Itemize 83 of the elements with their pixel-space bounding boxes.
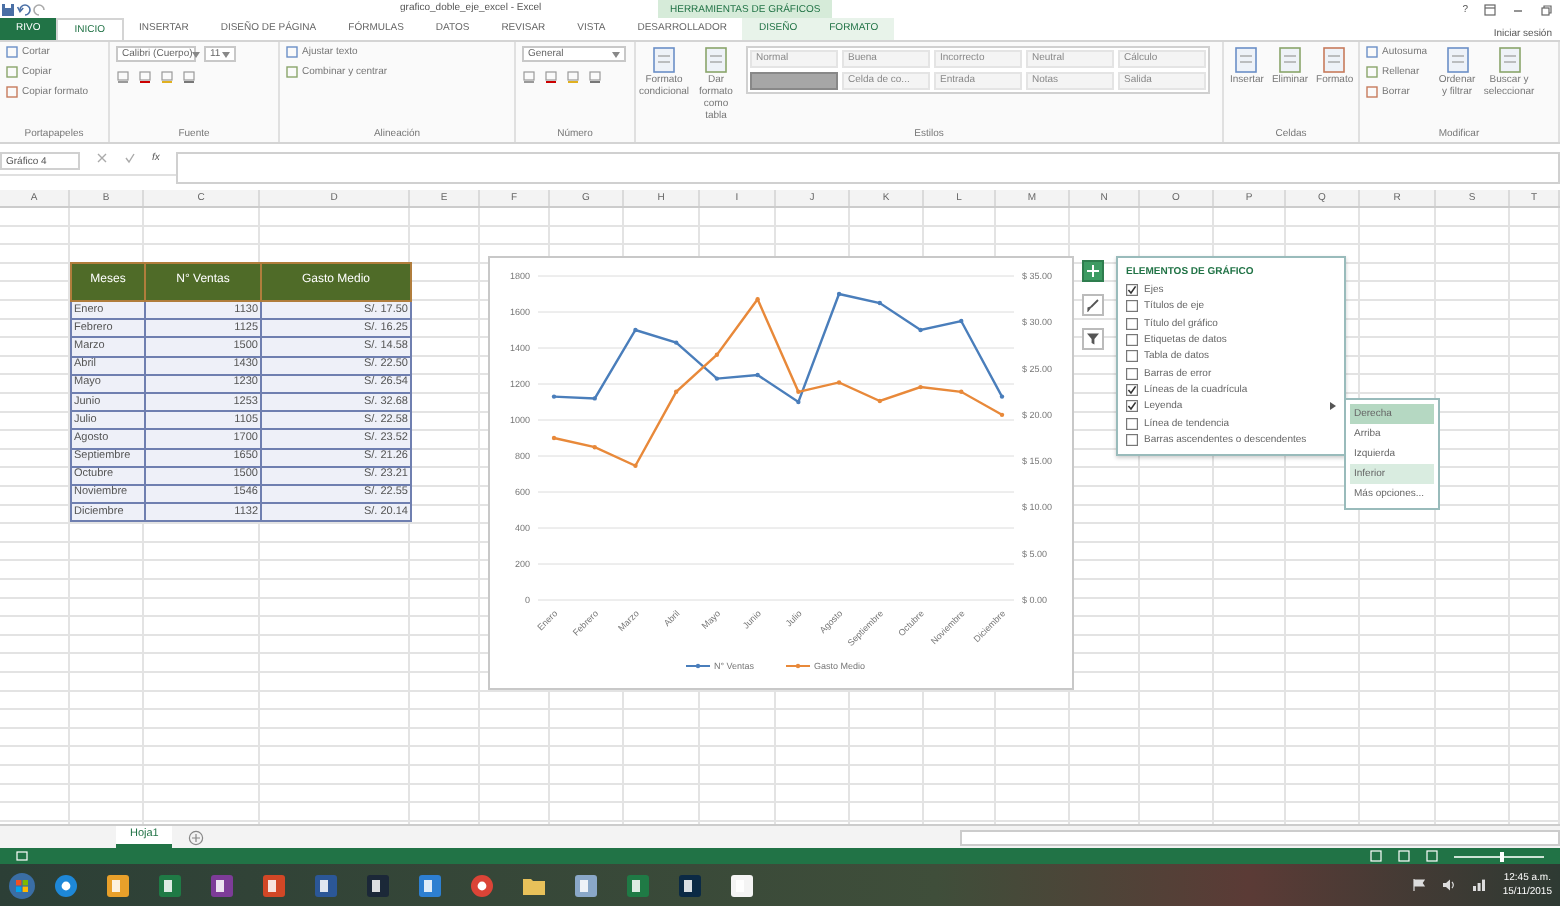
app-icon[interactable]	[314, 873, 338, 897]
legend-line-icon	[685, 663, 711, 669]
brush-icon	[1086, 298, 1100, 312]
format-icon[interactable]	[522, 70, 536, 84]
chart-filter-button[interactable]	[1082, 328, 1104, 350]
ribbon-command-icon	[652, 46, 676, 74]
data-marker	[633, 463, 638, 468]
app-icon[interactable]	[730, 873, 754, 897]
checkbox[interactable]	[1126, 400, 1138, 413]
chart-elements-button[interactable]	[1082, 260, 1104, 282]
format-icon[interactable]	[588, 70, 602, 84]
data-marker	[796, 399, 801, 405]
format-icon[interactable]	[182, 70, 196, 84]
format-icon[interactable]	[544, 70, 558, 84]
data-marker	[999, 394, 1005, 399]
filter-icon	[1086, 332, 1100, 346]
view-icon[interactable]	[1398, 850, 1410, 862]
data-marker	[959, 389, 964, 394]
network-icon[interactable]	[1472, 878, 1487, 892]
data-marker	[877, 300, 882, 306]
data-marker	[714, 352, 720, 357]
plus-icon	[1086, 264, 1100, 278]
ribbon-command-icon	[1322, 46, 1347, 74]
ribbon-command-icon	[704, 46, 728, 74]
speaker-icon[interactable]	[1442, 878, 1457, 892]
view-icon[interactable]	[1426, 850, 1438, 862]
data-marker	[836, 380, 842, 385]
legend-line-icon	[785, 663, 811, 669]
checkbox[interactable]	[1126, 350, 1138, 363]
caret-icon	[192, 51, 201, 57]
caret-icon	[612, 51, 620, 57]
checkbox[interactable]	[1126, 417, 1138, 430]
add-sheet-icon[interactable]	[188, 830, 205, 846]
data-marker	[592, 445, 597, 450]
data-marker	[674, 389, 679, 394]
format-icon[interactable]	[116, 70, 130, 84]
data-marker	[836, 291, 842, 297]
undo-icon[interactable]	[16, 2, 32, 16]
checkbox[interactable]	[1126, 383, 1138, 396]
data-marker	[796, 389, 801, 394]
view-icon[interactable]	[1370, 850, 1382, 862]
data-marker	[755, 372, 760, 378]
start-icon[interactable]	[8, 871, 36, 899]
data-marker	[877, 398, 882, 404]
format-icon[interactable]	[138, 70, 152, 84]
data-marker	[714, 376, 720, 381]
app-icon[interactable]	[210, 873, 234, 897]
restore-icon[interactable]	[1540, 3, 1552, 15]
checkbox[interactable]	[1126, 300, 1138, 313]
data-marker	[551, 435, 557, 441]
checkbox[interactable]	[1126, 317, 1138, 330]
caret-icon	[222, 51, 230, 57]
ribbon-command-icon	[1445, 46, 1470, 74]
data-marker	[999, 412, 1005, 418]
data-marker	[959, 318, 964, 324]
checkbox[interactable]	[1126, 433, 1138, 446]
app-icon[interactable]	[678, 873, 702, 897]
app-icon[interactable]	[626, 873, 650, 897]
checkbox[interactable]	[1126, 284, 1138, 297]
checkbox[interactable]	[1126, 367, 1138, 380]
data-marker	[918, 384, 923, 390]
ribbon-command-icon	[1497, 46, 1522, 74]
horizontal-scrollbar[interactable]	[960, 830, 1560, 846]
app-icon[interactable]	[262, 873, 286, 897]
ribbon-command-icon	[1277, 46, 1302, 74]
ribbon-command-icon	[1234, 46, 1259, 74]
checkbox[interactable]	[1126, 334, 1138, 347]
ribbon-display-icon[interactable]	[1484, 3, 1496, 15]
data-marker	[633, 327, 638, 333]
data-marker	[674, 340, 679, 345]
formula-input[interactable]	[175, 152, 1560, 184]
data-marker	[592, 396, 597, 401]
data-marker	[918, 327, 923, 333]
data-marker	[755, 296, 760, 302]
flag-icon[interactable]	[1412, 878, 1427, 892]
chart-styles-button[interactable]	[1082, 294, 1104, 316]
app-icon[interactable]	[366, 873, 390, 897]
app-icon[interactable]	[574, 873, 598, 897]
save-icon[interactable]	[0, 2, 16, 16]
app-icon[interactable]	[418, 873, 442, 897]
data-marker	[551, 394, 557, 399]
app-icon[interactable]	[158, 873, 182, 897]
folder-icon[interactable]	[522, 873, 546, 897]
